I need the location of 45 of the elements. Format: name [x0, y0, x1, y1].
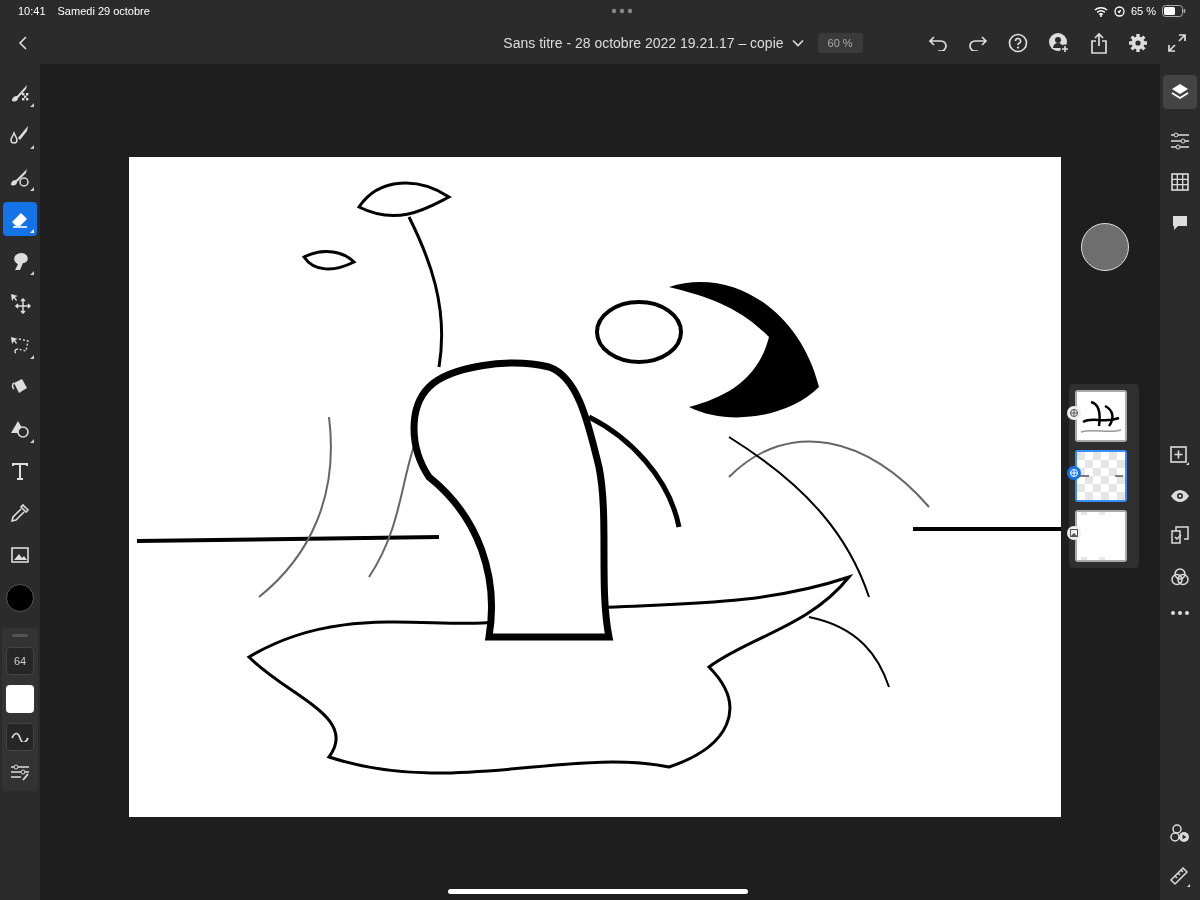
text-tool-icon — [9, 460, 31, 482]
merge-down-icon[interactable] — [1171, 526, 1189, 544]
color-swatch[interactable] — [6, 584, 34, 612]
blend-mode-icon[interactable] — [1170, 567, 1190, 587]
date: Samedi 29 octobre — [57, 5, 150, 17]
wifi-icon — [1093, 5, 1108, 17]
zoom-level-button[interactable]: 60 % — [817, 33, 863, 53]
layers-icon — [1170, 82, 1190, 102]
layers-button[interactable] — [1163, 75, 1197, 109]
adjustments-icon[interactable] — [1170, 132, 1190, 150]
eyedropper-icon — [9, 502, 31, 524]
invite-user-icon[interactable] — [1048, 32, 1070, 54]
back-icon[interactable] — [18, 35, 28, 51]
undo-icon[interactable] — [928, 35, 948, 51]
battery-icon — [1162, 5, 1186, 17]
share-icon[interactable] — [1090, 32, 1108, 54]
clock: 10:41 — [18, 5, 46, 17]
redo-icon[interactable] — [968, 35, 988, 51]
battery-percentage: 65 % — [1130, 5, 1156, 17]
settings-icon[interactable] — [1128, 33, 1148, 53]
layer-thumbnail[interactable] — [1075, 510, 1127, 562]
add-layer-icon[interactable] — [1170, 446, 1190, 466]
help-icon[interactable] — [1008, 33, 1028, 53]
visibility-icon[interactable] — [1170, 489, 1190, 503]
document-title-button[interactable]: Sans titre - 28 octobre 2022 19.21.17 – copie — [503, 35, 804, 51]
multitasking-dots-icon[interactable] — [610, 8, 633, 14]
lasso-icon — [9, 334, 31, 356]
location-icon — [1113, 5, 1125, 17]
image-icon — [9, 544, 31, 566]
tool-button[interactable] — [3, 202, 37, 236]
sliders-icon[interactable] — [10, 763, 30, 781]
fullscreen-icon[interactable] — [1168, 34, 1186, 52]
grid-icon[interactable] — [1171, 173, 1189, 191]
ruler-icon[interactable] — [1169, 866, 1191, 888]
pressure-curve-button[interactable] — [6, 723, 34, 751]
more-icon[interactable] — [1170, 610, 1190, 616]
layer-thumbnail[interactable] — [1075, 450, 1127, 502]
brush-preview-circle[interactable] — [1081, 223, 1129, 271]
brush-size-button[interactable]: 64 — [6, 647, 34, 675]
layer-thumbnail[interactable] — [1075, 390, 1127, 442]
brush-icon — [9, 124, 31, 146]
caret-icon — [791, 39, 804, 47]
comment-icon[interactable] — [1171, 214, 1189, 232]
move-icon — [9, 292, 31, 314]
wave-icon — [11, 732, 29, 742]
